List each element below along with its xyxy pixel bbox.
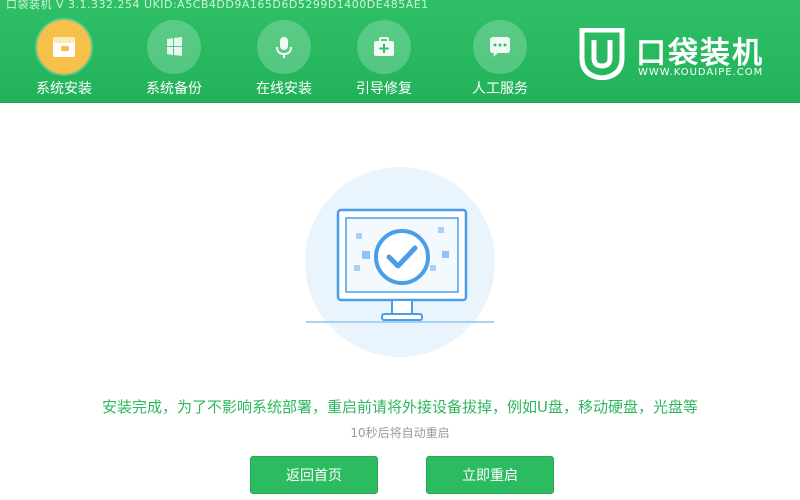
pocket-logo-icon	[578, 27, 626, 84]
brand: 口袋装机 WWW.KOUDAIPE.COM	[574, 22, 790, 90]
nav-item-support[interactable]: 人工服务	[450, 0, 550, 103]
install-complete-message: 安装完成，为了不影响系统部署，重启前请将外接设备拔掉，例如U盘，移动硬盘，光盘等	[102, 398, 698, 416]
nav-label: 在线安装	[256, 81, 312, 97]
brand-name: 口袋装机	[636, 36, 764, 71]
nav-label: 系统备份	[146, 81, 202, 97]
nav-label: 人工服务	[472, 81, 528, 97]
backup-icon	[147, 20, 201, 74]
nav-label: 系统安装	[36, 81, 92, 97]
top-bar: 口袋装机 V 3.1.332.254 UKID:A5CB4DD9A165D6D5…	[0, 0, 800, 103]
install-complete-illustration	[300, 165, 500, 365]
chat-bubble-icon	[473, 20, 527, 74]
microphone-icon	[257, 20, 311, 74]
nav-item-boot-repair[interactable]: 引导修复	[334, 0, 434, 103]
nav-label: 引导修复	[356, 81, 412, 97]
back-to-home-button[interactable]: 返回首页	[250, 456, 378, 494]
nav-item-system-install[interactable]: 系统安装	[14, 0, 114, 103]
restart-countdown: 10秒后将自动重启	[350, 426, 450, 440]
nav-item-online-install[interactable]: 在线安装	[234, 0, 334, 103]
system-install-icon	[37, 20, 91, 74]
brand-url: WWW.KOUDAIPE.COM	[638, 67, 764, 78]
nav-item-backup[interactable]: 系统备份	[124, 0, 224, 103]
restart-now-button[interactable]: 立即重启	[426, 456, 554, 494]
medical-kit-icon	[357, 20, 411, 74]
